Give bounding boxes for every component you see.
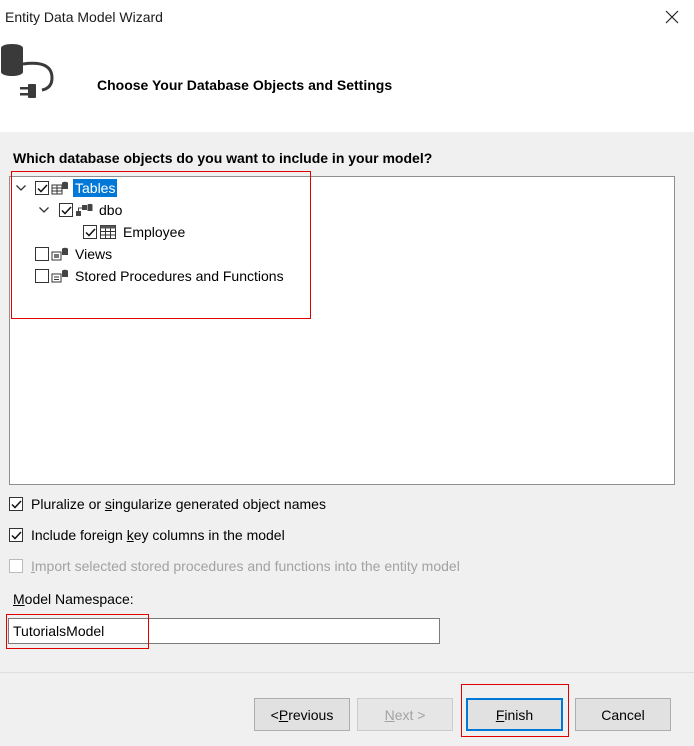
import-sprocs-label: Import selected stored procedures and fu…	[31, 558, 460, 574]
checkmark-icon	[36, 183, 48, 193]
objects-question: Which database objects do you want to in…	[13, 150, 433, 166]
title-bar: Entity Data Model Wizard	[0, 0, 694, 34]
views-icon	[51, 246, 69, 262]
close-icon	[665, 10, 679, 24]
footer-divider	[0, 672, 694, 673]
database-plug-icon	[1, 44, 54, 98]
chevron-down-icon	[16, 185, 26, 191]
page-title: Choose Your Database Objects and Setting…	[97, 77, 393, 93]
tables-checkbox[interactable]	[35, 181, 49, 195]
collapse-chevron-tables[interactable]	[15, 182, 27, 194]
tree-node-tables[interactable]: Tables	[35, 177, 118, 199]
checkmark-icon	[10, 499, 22, 509]
tree-node-dbo[interactable]: dbo	[59, 199, 124, 221]
window-title: Entity Data Model Wizard	[5, 9, 163, 25]
employee-checkbox[interactable]	[83, 225, 97, 239]
checkmark-icon	[84, 227, 96, 237]
foreign-keys-label: Include foreign key columns in the model	[31, 527, 285, 543]
foreign-keys-checkbox[interactable]	[9, 528, 23, 542]
tables-icon	[51, 180, 69, 196]
dbo-checkbox[interactable]	[59, 203, 73, 217]
next-button[interactable]: Next >	[357, 698, 453, 731]
checkmark-icon	[60, 205, 72, 215]
pluralize-label: Pluralize or singularize generated objec…	[31, 496, 326, 512]
tree-node-views[interactable]: Views	[35, 243, 114, 265]
stored-procedures-checkbox[interactable]	[35, 269, 49, 283]
collapse-chevron-dbo[interactable]	[38, 204, 50, 216]
tree-node-label-stored-procedures: Stored Procedures and Functions	[75, 268, 284, 284]
chevron-down-icon	[39, 207, 49, 213]
import-sprocs-option: Import selected stored procedures and fu…	[9, 556, 460, 576]
pluralize-checkbox[interactable]	[9, 497, 23, 511]
database-objects-tree[interactable]: Tables dbo Employee Views Stored Procedu…	[9, 176, 675, 485]
tree-node-label-dbo: dbo	[99, 202, 123, 218]
import-sprocs-checkbox	[9, 559, 23, 573]
checkmark-icon	[10, 530, 22, 540]
pluralize-option[interactable]: Pluralize or singularize generated objec…	[9, 494, 326, 514]
model-namespace-label: Model Namespace:	[13, 591, 134, 607]
stored-procedures-icon	[51, 268, 69, 284]
finish-button[interactable]: Finish	[466, 698, 563, 731]
table-grid-icon	[99, 224, 117, 240]
cancel-button[interactable]: Cancel	[575, 698, 671, 731]
views-checkbox[interactable]	[35, 247, 49, 261]
tree-node-stored-procedures[interactable]: Stored Procedures and Functions	[35, 265, 286, 287]
tree-node-label-employee: Employee	[123, 224, 186, 240]
foreign-keys-option[interactable]: Include foreign key columns in the model	[9, 525, 285, 545]
tree-node-employee[interactable]: Employee	[83, 221, 187, 243]
schema-icon	[75, 202, 93, 218]
previous-button[interactable]: < Previous	[254, 698, 350, 731]
wizard-header: Choose Your Database Objects and Setting…	[0, 34, 694, 132]
model-namespace-input[interactable]	[8, 618, 440, 644]
tree-node-label-tables: Tables	[73, 179, 118, 197]
close-button[interactable]	[656, 2, 688, 32]
tree-node-label-views: Views	[75, 246, 113, 262]
